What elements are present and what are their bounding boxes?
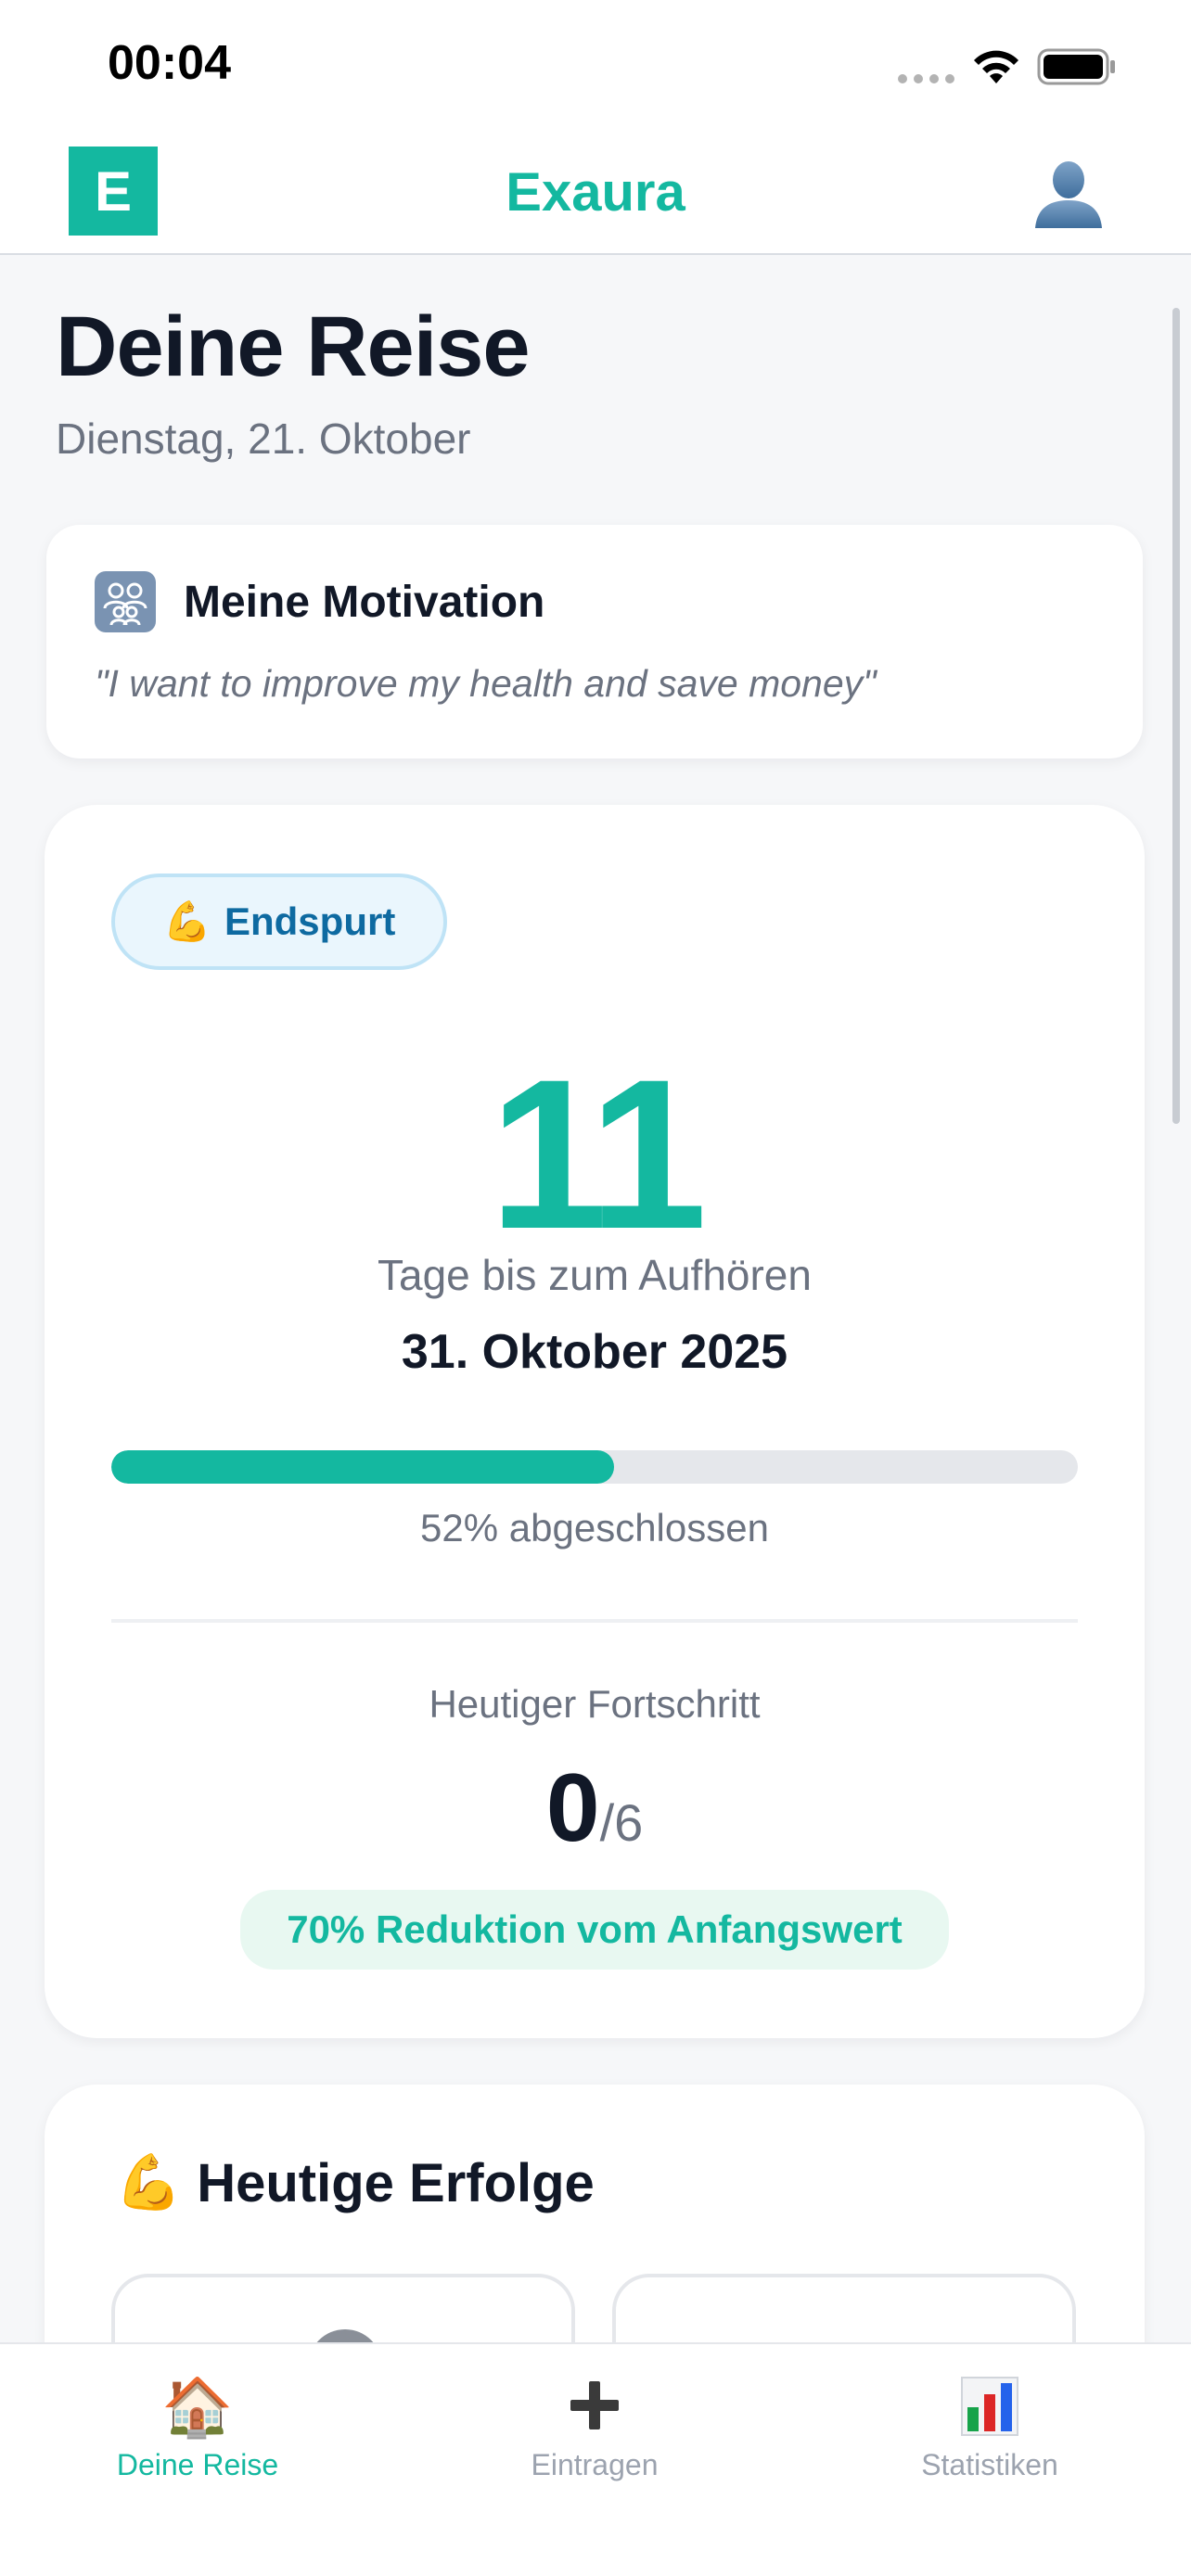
- flexed-biceps-icon: 💪: [162, 899, 211, 943]
- tab-label: Eintragen: [531, 2448, 659, 2481]
- battery-icon: [1037, 48, 1115, 85]
- family-icon: [95, 571, 156, 632]
- plus-icon: [455, 2363, 734, 2437]
- tab-label: Deine Reise: [116, 2448, 279, 2481]
- phase-label: Endspurt: [224, 899, 396, 943]
- scroll-indicator[interactable]: [1172, 308, 1180, 1124]
- motivation-title: Meine Motivation: [184, 578, 545, 627]
- page-date: Dienstag, 21. Oktober: [56, 414, 471, 463]
- days-remaining-label: Tage bis zum Aufhören: [378, 1251, 812, 1299]
- app-screen: 00:04 E Exaura Deine Reise Dienstag, 21.…: [0, 0, 1191, 2576]
- profile-icon[interactable]: [1031, 156, 1106, 230]
- signal-dots-icon: [898, 74, 954, 83]
- quit-date: 31. Oktober 2025: [401, 1325, 788, 1379]
- today-count-value: 0: [545, 1754, 600, 1862]
- today-progress-count: 0/6: [45, 1760, 1145, 1856]
- status-bar: 00:04: [0, 0, 1191, 130]
- tab-statistiken[interactable]: Statistiken: [851, 2363, 1129, 2482]
- achievements-title: 💪 Heutige Erfolge: [115, 2151, 595, 2214]
- app-header: E Exaura: [0, 130, 1191, 255]
- today-count-total: /6: [599, 1793, 644, 1852]
- tab-deine-reise[interactable]: 🏠 Deine Reise: [58, 2363, 337, 2482]
- page-title: Deine Reise: [56, 300, 531, 394]
- tab-bar: 🏠 Deine Reise Eintragen Statistiken: [0, 2342, 1191, 2576]
- house-icon: 🏠: [161, 2376, 234, 2440]
- status-time: 00:04: [108, 36, 231, 90]
- flexed-biceps-icon: 💪: [115, 2152, 183, 2213]
- app-title: Exaura: [506, 162, 685, 223]
- today-progress-label: Heutiger Fortschritt: [429, 1682, 761, 1726]
- countdown-card: 💪 Endspurt 11 Tage bis zum Aufhören 31. …: [45, 805, 1145, 2038]
- motivation-card[interactable]: Meine Motivation "I want to improve my h…: [46, 525, 1143, 759]
- achievements-title-text: Heutige Erfolge: [197, 2152, 595, 2213]
- tab-eintragen[interactable]: Eintragen: [455, 2363, 734, 2482]
- days-remaining: 11: [489, 1035, 707, 1273]
- progress-fill: [111, 1450, 614, 1484]
- motivation-quote: "I want to improve my health and save mo…: [95, 662, 877, 705]
- progress-bar: [111, 1450, 1078, 1484]
- home-indicator: [466, 2546, 725, 2556]
- tab-label: Statistiken: [921, 2448, 1058, 2481]
- wifi-icon: [974, 50, 1018, 83]
- divider: [111, 1619, 1078, 1623]
- bar-chart-icon: [851, 2363, 1129, 2437]
- reduction-badge: 70% Reduktion vom Anfangswert: [240, 1890, 949, 1970]
- phase-badge[interactable]: 💪 Endspurt: [111, 874, 447, 970]
- progress-label: 52% abgeschlossen: [420, 1506, 769, 1549]
